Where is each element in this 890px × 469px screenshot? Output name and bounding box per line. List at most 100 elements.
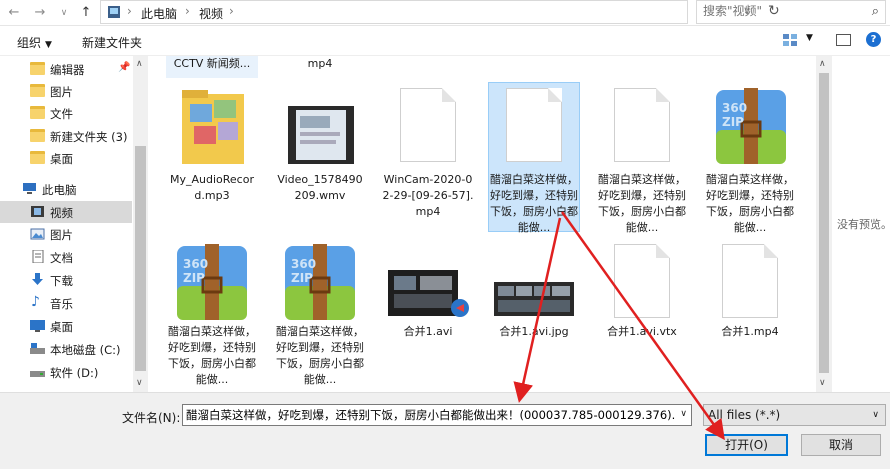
sidebar-item-label: 本地磁盘 (C:) <box>50 343 121 357</box>
file-tile[interactable]: 360 ZIP 醋溜白菜这样做，好吃到爆，还特别下饭，厨房小白都能做... <box>704 82 796 234</box>
drive-icon <box>30 343 45 354</box>
dialog-footer: 文件名(N): ∨ All files (*.*) ∨ 打开(O) 取消 <box>0 392 890 469</box>
content-scrollbar[interactable]: ∧ ∨ <box>816 56 832 392</box>
file-caption: 合并1.avi <box>403 325 453 338</box>
sidebar-item-label: 图片 <box>50 85 73 99</box>
sidebar-item-desktop[interactable]: 桌面 <box>0 315 132 337</box>
zip-archive-icon: 360 ZIP <box>177 244 247 320</box>
sidebar-item-pictures-folder[interactable]: 图片 <box>0 80 132 102</box>
scroll-down-arrow-icon[interactable]: ∨ <box>136 378 143 388</box>
breadcrumb-separator-icon: › <box>229 4 234 18</box>
new-folder-button[interactable]: 新建文件夹 <box>82 34 142 51</box>
scroll-down-arrow-icon[interactable]: ∨ <box>819 378 826 388</box>
download-icon <box>32 273 43 285</box>
scroll-up-arrow-icon[interactable]: ∧ <box>819 59 826 69</box>
no-preview-text: 没有预览。 <box>837 218 890 231</box>
file-tile-selected[interactable]: 醋溜白菜这样做，好吃到爆，还特别下饭，厨房小白都能做... <box>488 82 580 234</box>
scrollbar-thumb[interactable] <box>819 73 829 373</box>
breadcrumb-videos[interactable]: 视频 <box>199 5 223 22</box>
blank-document-icon <box>614 88 670 162</box>
sidebar-item-downloads[interactable]: 下载 <box>0 269 132 291</box>
svg-text:360: 360 <box>722 101 747 115</box>
file-tile[interactable]: 合并1.avi <box>382 238 474 388</box>
file-tile[interactable]: 合并1.avi.vtx <box>596 238 688 388</box>
sidebar-item-new-folder-3[interactable]: 新建文件夹 (3) <box>0 125 132 147</box>
forward-arrow-icon[interactable]: → <box>30 3 50 23</box>
scroll-up-arrow-icon[interactable]: ∧ <box>136 59 143 69</box>
dropdown-caret-icon: ▼ <box>45 40 52 50</box>
breadcrumb-separator-icon: › <box>185 4 190 18</box>
dropdown-caret-icon[interactable]: ∨ <box>680 409 687 419</box>
sidebar-item-label: 编辑器 <box>50 63 85 77</box>
breadcrumb-separator-icon: › <box>127 4 132 18</box>
sidebar-item-documents[interactable]: 文档 <box>0 246 132 268</box>
file-caption: 合并1.mp4 <box>721 325 779 338</box>
sidebar-item-label: 下载 <box>50 274 73 288</box>
sidebar-item-label: 桌面 <box>50 152 73 166</box>
file-tile[interactable]: WinCam-2020-02-29-[09-26-57].mp4 <box>382 82 474 232</box>
file-tile[interactable]: 360 ZIP 醋溜白菜这样做，好吃到爆，还特别下饭，厨房小白都能做... <box>274 238 366 388</box>
pin-icon: 📌 <box>118 62 131 73</box>
command-toolbar: 组织 ▼ 新建文件夹 ▼ ? <box>0 26 890 56</box>
sidebar-scrollbar[interactable]: ∧ ∨ <box>133 56 148 392</box>
sidebar-item-label: 图片 <box>50 228 73 242</box>
sidebar-item-pictures[interactable]: 图片 <box>0 223 132 245</box>
file-caption: 合并1.avi.jpg <box>499 325 569 338</box>
folder-icon <box>30 84 45 97</box>
folder-icon <box>30 151 45 164</box>
file-tile[interactable]: 合并1.avi.jpg <box>488 238 580 388</box>
sidebar-item-drive-c[interactable]: 本地磁盘 (C:) <box>0 338 132 360</box>
sidebar-item-label: 新建文件夹 (3) <box>50 130 128 144</box>
breadcrumb-this-pc[interactable]: 此电脑 <box>141 5 177 22</box>
preview-pane: 没有预览。 <box>832 56 890 392</box>
organize-menu[interactable]: 组织 ▼ <box>17 34 52 51</box>
up-arrow-icon[interactable]: ↑ <box>76 3 96 23</box>
scrollbar-thumb[interactable] <box>135 146 146 371</box>
file-caption: 醋溜白菜这样做，好吃到爆，还特别下饭，厨房小白都能做... <box>490 173 578 234</box>
search-input[interactable] <box>703 4 853 18</box>
file-tile-partial[interactable]: mp4 <box>274 56 366 78</box>
documents-icon <box>32 250 44 263</box>
view-dropdown-caret-icon[interactable]: ▼ <box>806 33 813 43</box>
sidebar-item-videos[interactable]: 视频 <box>0 201 132 223</box>
open-button[interactable]: 打开(O) <box>705 434 788 456</box>
pictures-icon <box>30 228 45 240</box>
dropdown-caret-icon: ∨ <box>872 410 879 420</box>
sidebar-item-editor[interactable]: 编辑器 📌 <box>0 58 132 80</box>
filetype-select[interactable]: All files (*.*) ∨ <box>703 404 886 426</box>
file-tile[interactable]: 醋溜白菜这样做，好吃到爆，还特别下饭，厨房小白都能做... <box>596 82 688 234</box>
file-tile-partial[interactable]: CCTV 新闻频... <box>166 56 258 78</box>
cancel-button[interactable]: 取消 <box>801 434 881 456</box>
sidebar-item-this-pc[interactable]: 此电脑 <box>0 178 132 200</box>
filename-combobox[interactable]: ∨ <box>182 404 692 426</box>
search-box[interactable]: ⌕ <box>696 0 886 24</box>
file-tile[interactable]: My_AudioRecord.mp3 <box>166 82 258 232</box>
blank-document-icon <box>722 244 778 318</box>
search-icon[interactable]: ⌕ <box>872 4 879 19</box>
sidebar-item-drive-d[interactable]: 软件 (D:) <box>0 361 132 383</box>
filename-input[interactable] <box>186 408 676 422</box>
folder-icon <box>30 129 45 142</box>
back-arrow-icon[interactable]: ← <box>4 3 24 23</box>
this-pc-icon <box>108 6 120 18</box>
address-bar[interactable]: › 此电脑 › 视频 › ∨ ↻ <box>100 0 780 24</box>
folder-icon <box>30 62 45 75</box>
recent-locations-chevron-icon[interactable]: ∨ <box>54 3 74 23</box>
sidebar-item-label: 此电脑 <box>42 183 77 197</box>
preview-pane-icon[interactable] <box>836 34 851 46</box>
sidebar-item-music[interactable]: ♪ 音乐 <box>0 292 132 314</box>
folder-icon <box>30 106 45 119</box>
sidebar-item-files-folder[interactable]: 文件 <box>0 102 132 124</box>
file-caption: CCTV 新闻频... <box>173 57 251 70</box>
sidebar-item-label: 视频 <box>50 206 73 220</box>
file-tile[interactable]: 360 ZIP 醋溜白菜这样做，好吃到爆，还特别下饭，厨房小白都能做... <box>166 238 258 388</box>
help-icon[interactable]: ? <box>866 32 881 47</box>
sidebar-item-desktop-folder[interactable]: 桌面 <box>0 147 132 169</box>
file-tile[interactable]: 合并1.mp4 <box>704 238 796 388</box>
svg-text:ZIP: ZIP <box>291 271 313 285</box>
sidebar-item-label: 桌面 <box>50 320 73 334</box>
file-caption: 醋溜白菜这样做，好吃到爆，还特别下饭，厨房小白都能做... <box>276 325 364 386</box>
filename-label: 文件名(N): <box>122 411 181 425</box>
view-options-icon[interactable] <box>783 34 797 46</box>
file-tile[interactable]: Video_1578490209.wmv <box>274 82 366 232</box>
